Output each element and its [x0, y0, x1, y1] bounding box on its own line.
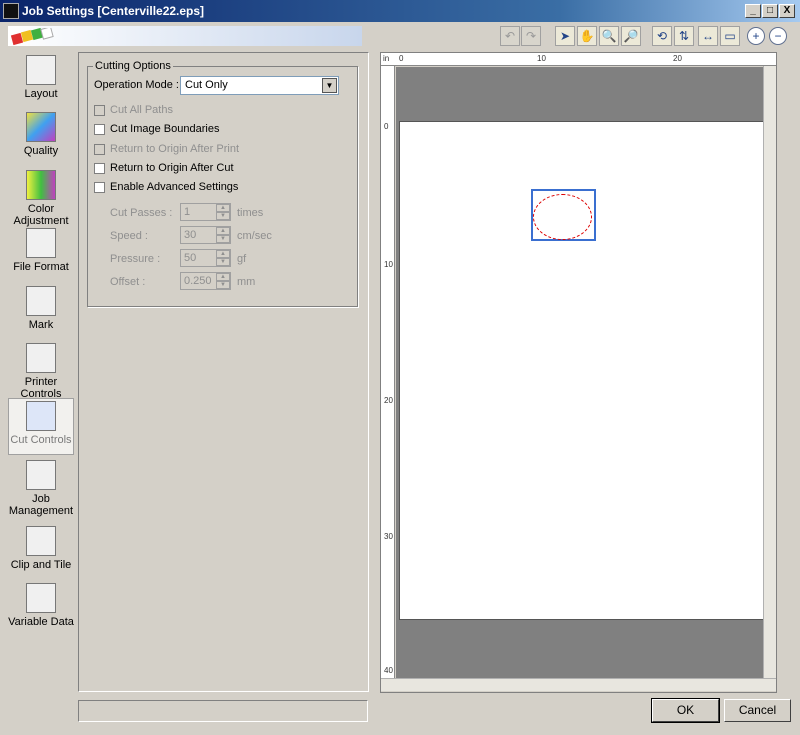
- operation-mode-select[interactable]: Cut Only ▼: [180, 76, 339, 95]
- undo-icon[interactable]: ↶: [500, 26, 520, 46]
- cut-passes-label: Cut Passes :: [110, 207, 173, 219]
- cut-passes-unit: times: [237, 207, 264, 219]
- cut-path-ellipse: [533, 194, 592, 240]
- sidebar-item-quality[interactable]: Quality: [8, 112, 74, 157]
- vertical-scrollbar[interactable]: [763, 66, 776, 678]
- fit-page-icon[interactable]: ▭: [720, 26, 740, 46]
- ok-button[interactable]: OK: [651, 698, 720, 723]
- operation-mode-value: Cut Only: [185, 79, 228, 91]
- ruler-tick: 20: [384, 396, 393, 405]
- advanced-settings-label: Enable Advanced Settings: [110, 181, 239, 193]
- arrow-down-icon[interactable]: ▼: [216, 212, 230, 220]
- arrow-up-icon[interactable]: ▲: [216, 250, 230, 258]
- offset-stepper[interactable]: 0.250 ▲ ▼: [180, 272, 231, 290]
- arrow-down-icon[interactable]: ▼: [216, 235, 230, 243]
- horizontal-scrollbar[interactable]: [381, 678, 776, 691]
- job-management-icon: [26, 460, 56, 490]
- title-bar: Job Settings [Centerville22.eps] _ □ X: [0, 0, 800, 22]
- file-format-icon: [26, 228, 56, 258]
- cut-controls-icon: [26, 401, 56, 431]
- ruler-left: 0 10 20 30 40: [381, 66, 395, 678]
- plus-icon[interactable]: +: [747, 27, 765, 45]
- clip-and-tile-icon: [26, 526, 56, 556]
- operation-mode-label: Operation Mode :: [94, 79, 179, 91]
- arrow-up-icon[interactable]: ▲: [216, 204, 230, 212]
- return-origin-print-label: Return to Origin After Print: [110, 143, 239, 155]
- printer-controls-icon: [26, 343, 56, 373]
- cut-passes-stepper[interactable]: 1 ▲ ▼: [180, 203, 231, 221]
- pointer-icon[interactable]: ➤: [555, 26, 575, 46]
- sidebar-item-clip-and-tile[interactable]: Clip and Tile: [8, 526, 74, 571]
- pressure-unit: gf: [237, 253, 247, 265]
- sidebar-item-file-format[interactable]: File Format: [8, 228, 74, 273]
- offset-unit: mm: [237, 276, 256, 288]
- mark-icon: [26, 286, 56, 316]
- cancel-button[interactable]: Cancel: [724, 699, 791, 722]
- chevron-down-icon[interactable]: ▼: [322, 78, 337, 93]
- app-icon: [3, 3, 19, 19]
- variable-data-icon: [26, 583, 56, 613]
- cut-all-paths-label: Cut All Paths: [110, 104, 173, 116]
- ruler-tick: 20: [673, 54, 682, 63]
- sidebar-item-mark[interactable]: Mark: [8, 286, 74, 331]
- return-origin-cut-checkbox[interactable]: [94, 163, 105, 174]
- speed-unit: cm/sec: [237, 230, 272, 242]
- arrow-up-icon[interactable]: ▲: [216, 227, 230, 235]
- group-title: Cutting Options: [93, 60, 173, 72]
- sidebar-item-color-adjustment[interactable]: Color Adjustment: [8, 170, 74, 227]
- speed-label: Speed :: [110, 230, 148, 242]
- sidebar-item-layout[interactable]: Layout: [8, 55, 74, 100]
- flip-icon[interactable]: ⇅: [674, 26, 694, 46]
- fit-width-icon[interactable]: ↔: [698, 26, 718, 46]
- minus-icon[interactable]: −: [769, 27, 787, 45]
- cut-image-boundaries-label: Cut Image Boundaries: [110, 123, 220, 135]
- layout-icon: [26, 55, 56, 85]
- arrow-down-icon[interactable]: ▼: [216, 281, 230, 289]
- sidebar-item-printer-controls[interactable]: Printer Controls: [8, 343, 74, 400]
- arrow-up-icon[interactable]: ▲: [216, 273, 230, 281]
- ruler-tick: 40: [384, 666, 393, 675]
- cut-all-paths-checkbox[interactable]: [94, 105, 105, 116]
- sidebar-item-cut-controls[interactable]: Cut Controls: [8, 398, 74, 455]
- cut-image-boundaries-checkbox[interactable]: [94, 124, 105, 135]
- offset-label: Offset :: [110, 276, 146, 288]
- return-origin-print-checkbox[interactable]: [94, 144, 105, 155]
- status-field: [78, 700, 368, 722]
- close-button[interactable]: X: [779, 4, 795, 18]
- pressure-stepper[interactable]: 50 ▲ ▼: [180, 249, 231, 267]
- zoom-in-icon[interactable]: 🔍: [599, 26, 619, 46]
- ruler-tick: 0: [384, 122, 389, 131]
- ruler-tick: 30: [384, 532, 393, 541]
- zoom-out-icon[interactable]: 🔎: [621, 26, 641, 46]
- quality-icon: [26, 112, 56, 142]
- speed-stepper[interactable]: 30 ▲ ▼: [180, 226, 231, 244]
- ruler-tick: 0: [399, 54, 404, 63]
- logo-icon: [10, 28, 54, 46]
- ruler-tick: 10: [537, 54, 546, 63]
- arrow-down-icon[interactable]: ▼: [216, 258, 230, 266]
- header-banner: [8, 26, 362, 46]
- sidebar-item-job-management[interactable]: Job Management: [8, 460, 74, 517]
- return-origin-cut-label: Return to Origin After Cut: [110, 162, 234, 174]
- ruler-top: in 0 10 20: [381, 53, 776, 66]
- color-adjustment-icon: [26, 170, 56, 200]
- redo-icon[interactable]: ↷: [521, 26, 541, 46]
- window-title: Job Settings [Centerville22.eps]: [22, 4, 205, 18]
- hand-icon[interactable]: ✋: [577, 26, 597, 46]
- advanced-settings-checkbox[interactable]: [94, 182, 105, 193]
- rotate-icon[interactable]: ⟲: [652, 26, 672, 46]
- maximize-button[interactable]: □: [762, 4, 778, 18]
- minimize-button[interactable]: _: [745, 4, 761, 18]
- ruler-tick: 10: [384, 260, 393, 269]
- sidebar-item-variable-data[interactable]: Variable Data: [8, 583, 74, 628]
- pressure-label: Pressure :: [110, 253, 161, 265]
